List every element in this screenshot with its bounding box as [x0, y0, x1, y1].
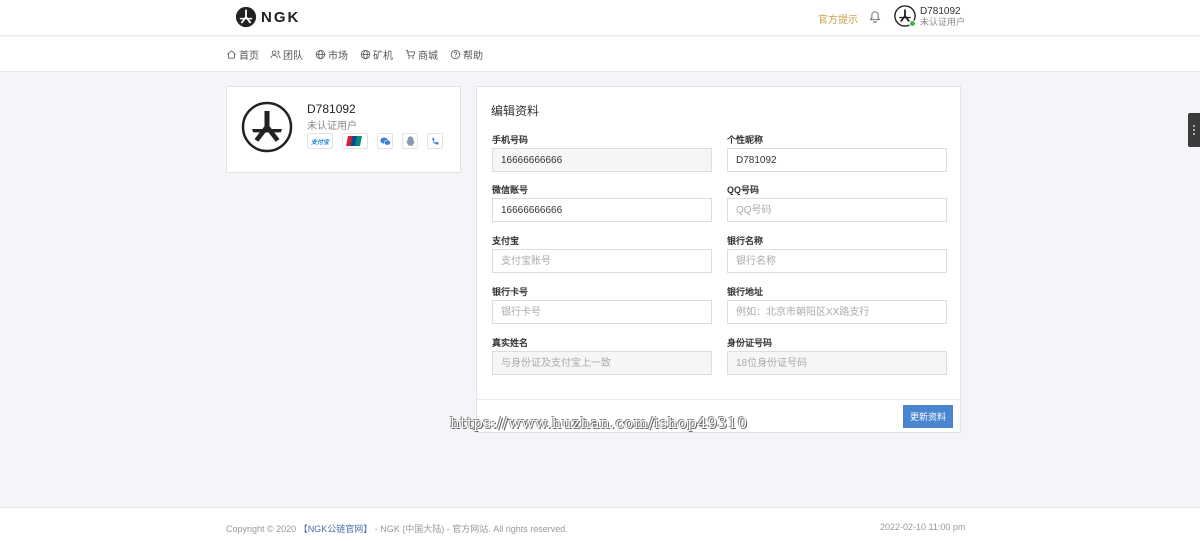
phone-number-field[interactable]: [492, 148, 712, 172]
edit-profile-card: 编辑资料 手机号码 个性昵称 微信账号 QQ号码 支付宝 银行名称 银行卡号 银…: [476, 86, 961, 433]
bank-card-field[interactable]: [492, 300, 712, 324]
phone-number-label: 手机号码: [492, 135, 529, 145]
profile-card: D781092 未认证用户 支付宝: [226, 86, 461, 173]
bank-name-field[interactable]: [727, 249, 947, 273]
users-icon: [270, 50, 281, 59]
wechat-account-field[interactable]: [492, 198, 712, 222]
bank-card-label: 银行卡号: [492, 287, 529, 297]
help-icon: [450, 49, 461, 60]
copyright-brand-link[interactable]: 【NGK公链官网】: [299, 524, 373, 534]
nickname-label: 个性昵称: [727, 135, 764, 145]
account-bindings: 支付宝: [307, 133, 452, 149]
nav-item-team[interactable]: 团队: [270, 47, 303, 62]
globe-icon: [360, 49, 371, 60]
user-menu[interactable]: D781092 未认证用户: [920, 6, 965, 28]
nav-label: 帮助: [463, 51, 483, 62]
bank-address-field[interactable]: [727, 300, 947, 324]
nav-item-home[interactable]: 首页: [226, 47, 259, 62]
alipay-account-field[interactable]: [492, 249, 712, 273]
top-bar: NGK 官方提示 D781092 未认证用户: [0, 0, 1200, 36]
bank-address-label: 银行地址: [727, 287, 764, 297]
nav-label: 矿机: [373, 51, 393, 62]
id-number-field[interactable]: [727, 351, 947, 375]
profile-user-id: D781092: [307, 102, 356, 116]
side-scroll-handle[interactable]: [1188, 113, 1200, 147]
nav-item-mall[interactable]: 商城: [405, 47, 438, 62]
copyright: Copyright © 2020 【NGK公链官网】 - NGK (中国大陆) …: [226, 522, 568, 535]
nav-label: 商城: [418, 51, 438, 62]
nav-label: 市场: [328, 51, 348, 62]
header-user-id: D781092: [920, 6, 961, 17]
globe-icon: [315, 49, 326, 60]
phone-icon[interactable]: [427, 133, 443, 149]
qq-number-field[interactable]: [727, 198, 947, 222]
wechat-icon[interactable]: [377, 133, 393, 149]
nav-item-market[interactable]: 市场: [315, 47, 348, 62]
copyright-suffix: - NGK (中国大陆) - 官方网站. All rights reserved…: [372, 524, 568, 534]
update-profile-button[interactable]: 更新资料: [903, 405, 953, 428]
id-number-label: 身份证号码: [727, 338, 773, 348]
logo-text: NGK: [261, 8, 301, 26]
logo[interactable]: NGK: [235, 5, 300, 29]
main-nav: 首页 团队 市场 矿机 商城 帮助: [0, 37, 1200, 72]
unionpay-icon[interactable]: [342, 133, 368, 149]
avatar: [241, 101, 293, 153]
nav-item-miner[interactable]: 矿机: [360, 47, 393, 62]
official-notice-link[interactable]: 官方提示: [818, 11, 858, 26]
watermark: https://www.huzhan.com/ishop49310: [450, 414, 748, 432]
qq-icon[interactable]: [402, 133, 418, 149]
qq-number-label: QQ号码: [727, 185, 760, 195]
alipay-icon[interactable]: 支付宝: [307, 133, 333, 149]
copyright-prefix: Copyright © 2020: [226, 524, 297, 534]
nav-label: 团队: [283, 51, 303, 62]
home-icon: [227, 50, 236, 59]
header-user-status: 未认证用户: [920, 17, 966, 27]
real-name-label: 真实姓名: [492, 338, 529, 348]
cart-icon: [405, 49, 416, 59]
nickname-field[interactable]: [727, 148, 947, 172]
ngk-logo-icon: [235, 6, 257, 28]
nav-item-help[interactable]: 帮助: [450, 47, 483, 62]
footer-timestamp: 2022-02-10 11:00 pm: [880, 522, 966, 532]
page-footer: Copyright © 2020 【NGK公链官网】 - NGK (中国大陆) …: [0, 507, 1200, 541]
profile-user-status: 未认证用户: [307, 121, 357, 132]
online-status-dot: [909, 20, 916, 27]
edit-profile-title: 编辑资料: [491, 104, 540, 118]
bell-icon[interactable]: [868, 10, 882, 24]
alipay-icon-text: 支付宝: [310, 139, 329, 146]
nav-label: 首页: [239, 51, 259, 62]
bank-name-label: 银行名称: [727, 236, 764, 246]
wechat-account-label: 微信账号: [492, 185, 529, 195]
alipay-label: 支付宝: [492, 236, 520, 246]
real-name-field[interactable]: [492, 351, 712, 375]
